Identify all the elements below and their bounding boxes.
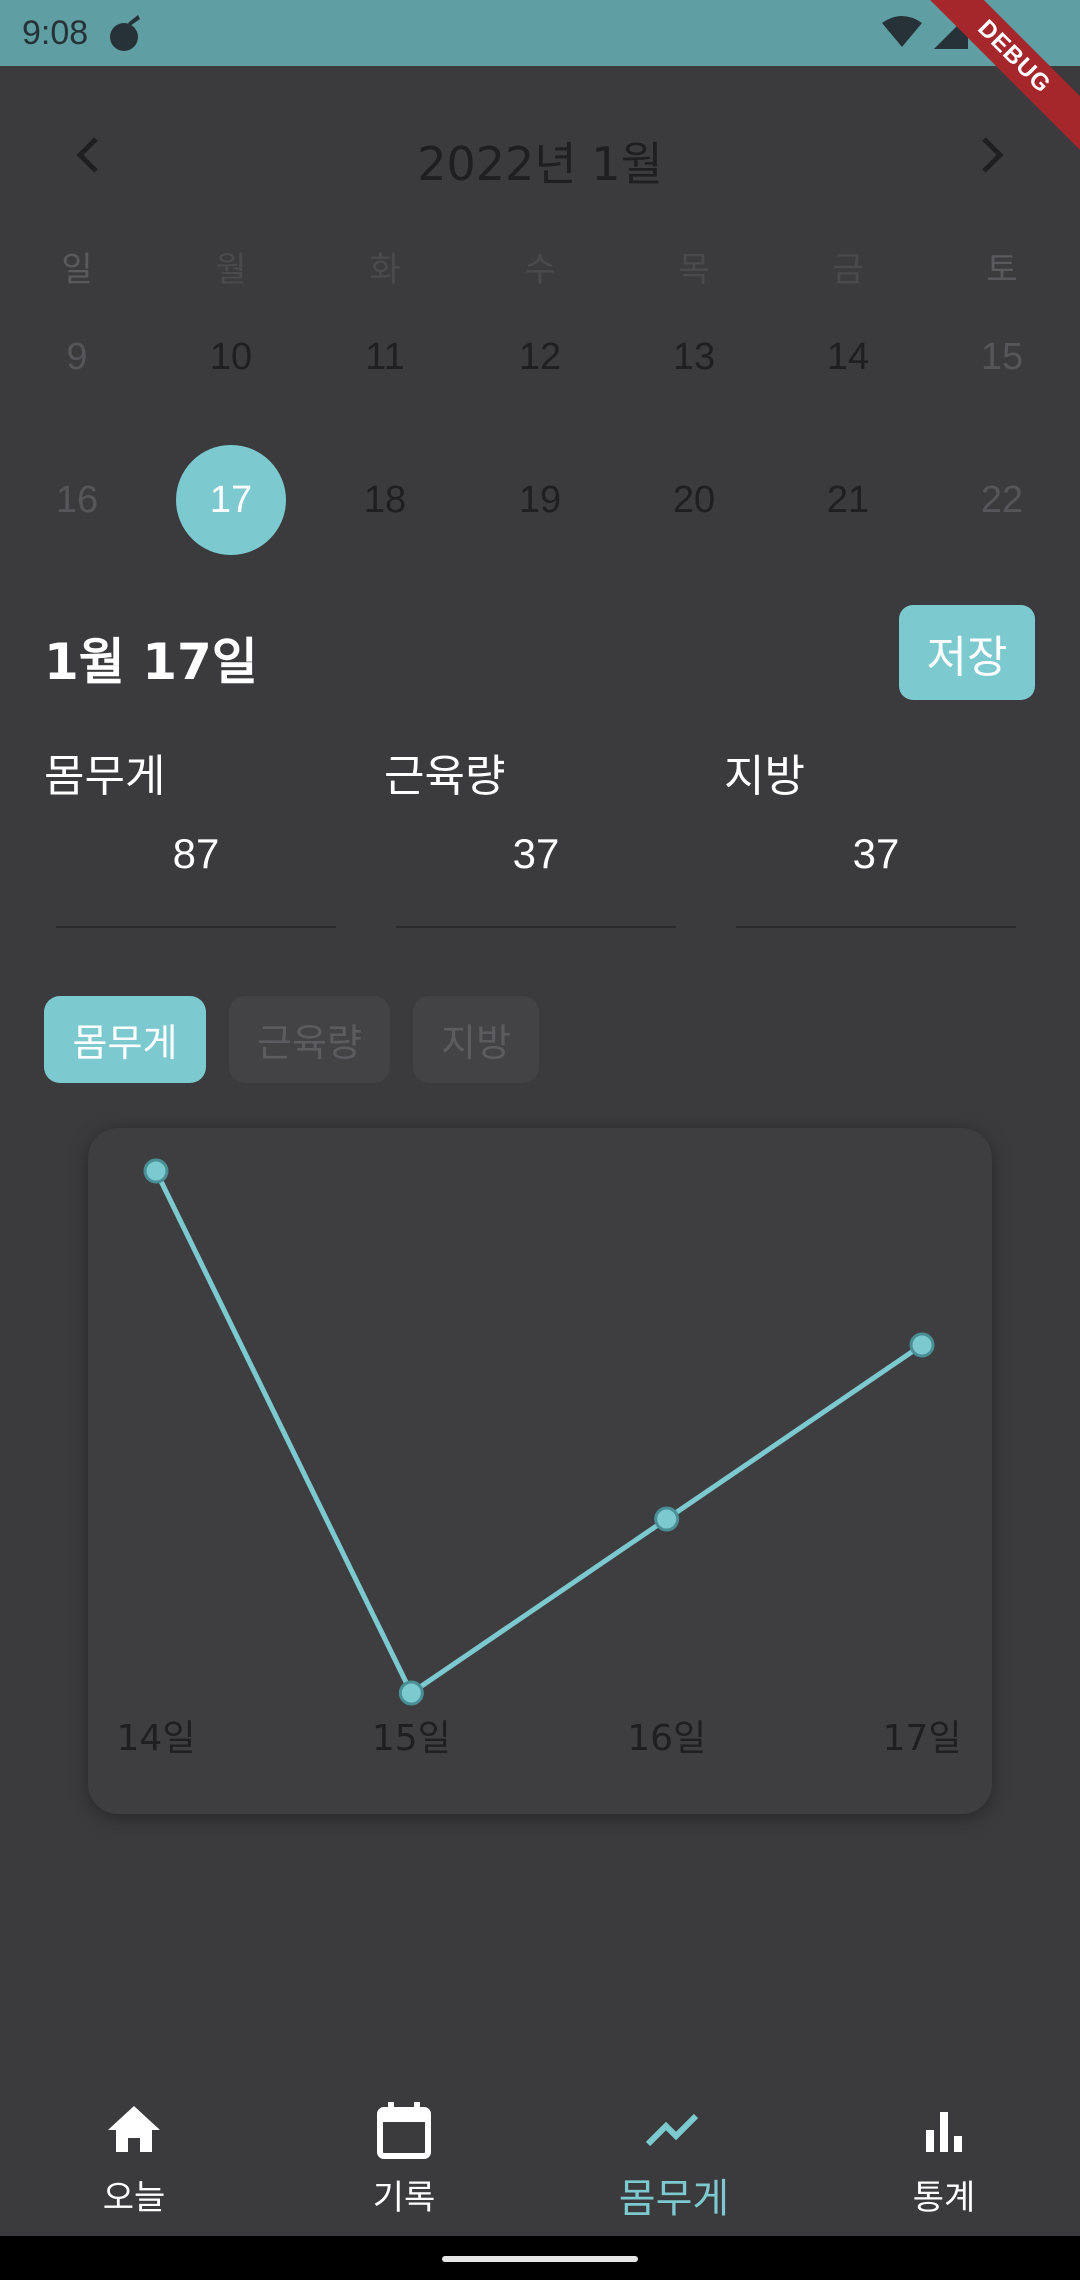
weight-series-line — [153, 1169, 924, 1697]
date-cell[interactable]: 18 — [325, 445, 445, 555]
weight-input[interactable]: 87 — [56, 830, 336, 878]
save-button[interactable]: 저장 — [899, 605, 1035, 700]
date-cell[interactable]: 9 — [17, 302, 137, 412]
nav-stats[interactable]: 통계 — [844, 2080, 1044, 2236]
date-cell[interactable]: 11 — [325, 302, 445, 412]
date-cell[interactable]: 16 — [17, 445, 137, 555]
calendar-icon — [377, 2102, 431, 2159]
selected-day-label: 17 — [209, 479, 253, 521]
app-notification-icon — [110, 15, 141, 51]
data-point[interactable] — [143, 1158, 169, 1184]
fat-label: 지방 — [724, 751, 805, 802]
nav-record[interactable]: 기록 — [304, 2080, 504, 2236]
muscle-label: 근육량 — [384, 751, 506, 802]
x-tick-label: 14일 — [117, 1718, 196, 1759]
nav-weight-label: 몸무게 — [618, 2176, 730, 2222]
home-icon — [108, 2106, 160, 2152]
next-month-button[interactable] — [968, 130, 1018, 180]
tab-weight[interactable]: 몸무게 — [44, 996, 206, 1083]
date-cell[interactable]: 10 — [171, 302, 291, 412]
data-point[interactable] — [654, 1506, 680, 1532]
data-point[interactable] — [398, 1680, 424, 1706]
data-point[interactable] — [909, 1332, 935, 1358]
bottom-navigation: 오늘 기록 몸무게 통계 — [0, 2080, 1080, 2236]
weekday-thu: 목 — [678, 250, 710, 290]
wifi-icon — [882, 16, 922, 47]
weekday-mon: 월 — [215, 250, 247, 290]
weekday-sat: 토 — [986, 250, 1018, 290]
weekday-fri: 금 — [832, 250, 864, 290]
date-cell[interactable]: 20 — [634, 445, 754, 555]
nav-weight[interactable]: 몸무게 — [574, 2080, 774, 2236]
month-title: 2022년 1월 — [417, 137, 663, 191]
input-underline — [56, 926, 336, 928]
home-indicator — [442, 2256, 638, 2262]
weekday-tue: 화 — [369, 250, 401, 290]
weekday-wed: 수 — [524, 250, 556, 290]
system-gesture-bar — [0, 2236, 1080, 2280]
weekday-row: 일 월 화 수 목 금 토 — [0, 242, 1080, 298]
tab-muscle[interactable]: 근육량 — [229, 996, 390, 1083]
date-cell[interactable]: 15 — [942, 302, 1062, 412]
muscle-input[interactable]: 37 — [396, 830, 676, 878]
selected-date-title: 1월 17일 — [44, 633, 258, 691]
x-tick-label: 16일 — [627, 1718, 706, 1759]
date-cell[interactable]: 19 — [480, 445, 600, 555]
input-underline — [736, 926, 1016, 928]
fat-input[interactable]: 37 — [736, 830, 1016, 878]
input-underline — [396, 926, 676, 928]
x-tick-label: 17일 — [883, 1718, 962, 1759]
weekday-sun: 일 — [61, 250, 93, 290]
trending-icon — [645, 2113, 699, 2147]
status-time: 9:08 — [22, 13, 89, 52]
date-cell[interactable]: 13 — [634, 302, 754, 412]
date-cell[interactable]: 21 — [788, 445, 908, 555]
date-cell[interactable]: 12 — [480, 302, 600, 412]
x-tick-label: 15일 — [372, 1718, 451, 1759]
weight-label: 몸무게 — [44, 751, 166, 802]
nav-today[interactable]: 오늘 — [34, 2080, 234, 2236]
weight-line-chart: 14일 15일 16일 17일 — [117, 1158, 962, 1759]
chevron-right-icon — [982, 137, 1004, 173]
date-cell[interactable]: 14 — [788, 302, 908, 412]
date-cell-selected[interactable]: 17 — [171, 445, 291, 555]
nav-record-label: 기록 — [372, 2178, 436, 2218]
nav-stats-label: 통계 — [912, 2178, 976, 2218]
calendar-header: 2022년 1월 — [0, 110, 1080, 200]
tab-fat[interactable]: 지방 — [413, 996, 539, 1083]
bar-chart-icon — [926, 2112, 962, 2152]
status-bar: 9:08 — [0, 0, 1080, 66]
date-cell[interactable]: 22 — [942, 445, 1062, 555]
nav-today-label: 오늘 — [102, 2178, 166, 2218]
weight-chart-card: 14일 15일 16일 17일 — [88, 1128, 992, 1814]
